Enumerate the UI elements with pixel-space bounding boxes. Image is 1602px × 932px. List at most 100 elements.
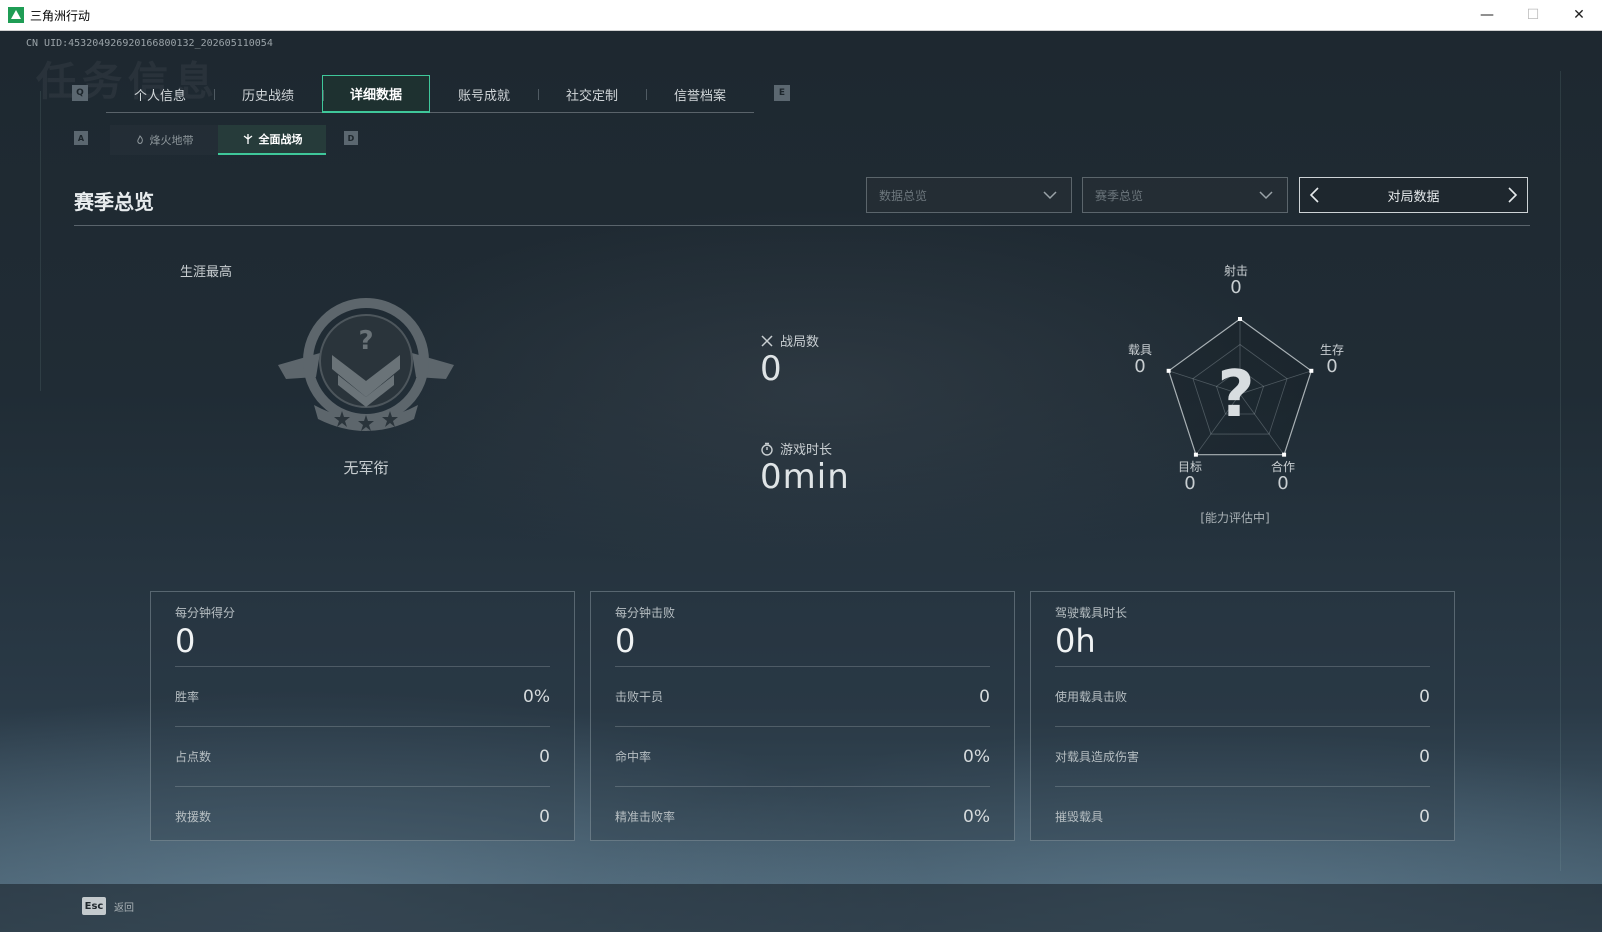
table-row: 精准击败率 0% [615,786,990,846]
pager-label: 对局数据 [1387,189,1440,205]
next-subtab-key-hint[interactable]: D [344,131,358,145]
window-controls: — ☐ ✕ [1464,0,1602,31]
row-label: 胜率 [175,690,200,704]
section-title: 赛季总览 [74,190,154,214]
radar-value-shooting: 0 [1230,277,1242,298]
stopwatch-icon [761,442,773,456]
matches-count-label-text: 战局数 [780,335,820,350]
minimize-button[interactable]: — [1464,0,1510,31]
prev-subtab-key-hint[interactable]: A [74,131,88,145]
table-row: 命中率 0% [615,726,990,786]
card-title: 每分钟得分 [175,606,236,620]
row-value: 0% [963,746,990,767]
table-row: 对载具造成伤害 0 [1055,726,1430,786]
esc-key-hint: Esc [82,897,106,915]
app-viewport: 任务信息 CN UID:453204926920166800132_202605… [0,31,1602,932]
data-overview-dropdown-value: 数据总览 [879,188,928,203]
hud-decoration [40,91,41,391]
card-value: 0 [175,622,196,660]
tab-achievements[interactable]: 账号成就 [430,75,538,113]
data-overview-dropdown[interactable]: 数据总览 [866,177,1072,213]
tab-social-custom[interactable]: 社交定制 [538,75,646,113]
stat-card-kills: 每分钟击败 0 击败干员 0 命中率 0% 精准击败率 0% [590,591,1015,841]
svg-text:?: ? [358,326,373,356]
back-label: 返回 [114,902,134,914]
close-button[interactable]: ✕ [1556,0,1602,31]
row-label: 精准击败率 [615,810,676,824]
card-value: 0h [1055,622,1096,660]
radar-vertex-marker [1193,452,1198,457]
career-best-caption: 生涯最高 [180,265,233,280]
season-overview-dropdown[interactable]: 赛季总览 [1082,177,1288,213]
table-row: 占点数 0 [175,726,550,786]
main-tabs: 个人信息 历史战绩 详细数据 账号成就 社交定制 信誉档案 [106,75,754,113]
stat-card-vehicle: 驾驶载具时长 0h 使用载具击败 0 对载具造成伤害 0 摧毁载具 0 [1030,591,1455,841]
radar-status: [能力评估中] [1200,511,1270,525]
row-value: 0% [963,806,990,827]
tab-credit-record[interactable]: 信誉档案 [646,75,754,113]
row-label: 击败干员 [615,690,664,704]
season-overview-dropdown-value: 赛季总览 [1095,188,1144,203]
chevron-right-icon[interactable] [1505,186,1519,204]
table-row: 击败干员 0 [615,666,990,726]
row-label: 对载具造成伤害 [1055,750,1140,764]
header-divider [74,225,1530,226]
match-data-pager: 对局数据 [1299,177,1528,213]
radar-value-teamwork: 0 [1277,473,1289,494]
radar-vertex-marker [1166,368,1171,373]
row-value: 0 [1419,746,1430,767]
row-label: 命中率 [615,750,652,764]
row-value: 0 [539,806,550,827]
radar-value-survival: 0 [1326,356,1338,377]
matches-count-value: 0 [760,349,783,389]
row-label: 占点数 [175,750,212,764]
radar-vertex-marker [1238,317,1242,321]
maximize-button[interactable]: ☐ [1510,0,1556,31]
tab-detailed-data[interactable]: 详细数据 [322,75,430,113]
subtab-hazard-zone-label: 烽火地带 [149,134,194,147]
table-row: 胜率 0% [175,666,550,726]
radar-value-objective: 0 [1184,473,1196,494]
app-logo-icon [8,7,24,23]
subtab-full-battlefield[interactable]: 全面战场 [218,125,326,155]
window-title: 三角洲行动 [30,8,91,23]
battlefield-icon [243,134,252,144]
tab-personal-info[interactable]: 个人信息 [106,75,214,113]
subtab-hazard-zone[interactable]: 烽火地带 [110,125,218,155]
card-value: 0 [615,622,636,660]
row-label: 使用载具击败 [1055,690,1128,704]
row-value: 0 [539,746,550,767]
row-label: 摧毁载具 [1055,810,1104,824]
next-tab-key-hint[interactable]: E [774,85,790,101]
mode-subtabs: 烽火地带 全面战场 [110,125,326,155]
hud-decoration [1560,71,1561,871]
row-label: 救援数 [175,810,212,824]
crossed-swords-icon [761,334,773,347]
flame-icon [136,135,143,144]
stat-card-score: 每分钟得分 0 胜率 0% 占点数 0 救援数 0 [150,591,575,841]
rank-name: 无军衔 [343,459,389,477]
card-title: 驾驶载具时长 [1055,606,1128,620]
chevron-down-icon [1043,191,1057,200]
window-titlebar: 三角洲行动 — ☐ ✕ [0,0,1602,31]
matches-count-label: 战局数 [760,331,819,350]
tab-match-history[interactable]: 历史战绩 [214,75,322,113]
card-title: 每分钟击败 [615,606,676,620]
playtime-label: 游戏时长 [760,439,832,458]
table-row: 使用载具击败 0 [1055,666,1430,726]
ability-radar-chart: ? [1166,317,1314,457]
prev-tab-key-hint[interactable]: Q [72,85,88,101]
playtime-value: 0min [760,457,850,497]
chevron-left-icon[interactable] [1308,186,1322,204]
table-row: 摧毁载具 0 [1055,786,1430,846]
subtab-full-battlefield-label: 全面战场 [258,133,303,146]
radar-unknown-glyph: ? [1217,358,1254,432]
row-value: 0 [1419,806,1430,827]
user-uid: CN UID:453204926920166800132_20260511005… [26,38,273,49]
footer-bar: Esc 返回 [0,884,1602,932]
radar-vertex-marker [1282,452,1287,457]
rank-emblem-icon: ? [278,298,454,431]
row-value: 0% [523,686,550,707]
back-button[interactable]: Esc 返回 [82,897,134,915]
radar-value-vehicle: 0 [1134,356,1146,377]
